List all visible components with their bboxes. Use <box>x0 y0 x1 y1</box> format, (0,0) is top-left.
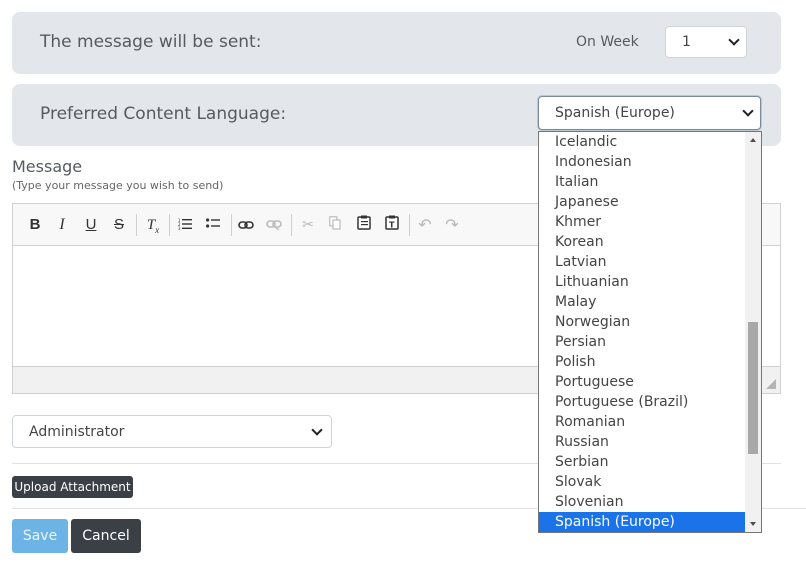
language-options: Icelandic Indonesian Italian Japanese Khmer K… <box>539 132 746 532</box>
bulleted-list-icon[interactable] <box>201 213 225 237</box>
scroll-down-arrow-icon[interactable] <box>745 516 761 532</box>
unlink-icon[interactable] <box>262 213 286 237</box>
language-option[interactable]: Portuguese <box>539 372 746 392</box>
chevron-down-icon <box>311 424 323 436</box>
upload-attachment-button[interactable]: Upload Attachment <box>12 476 133 498</box>
language-select[interactable]: Spanish (Europe) <box>538 96 761 130</box>
language-option[interactable]: Italian <box>539 172 746 192</box>
schedule-panel: The message will be sent: On Week 1 <box>12 12 781 74</box>
sender-selected-value: Administrator <box>29 424 125 440</box>
chevron-down-icon <box>742 105 754 117</box>
language-option[interactable]: Romanian <box>539 412 746 432</box>
message-hint: (Type your message you wish to send) <box>12 179 224 192</box>
on-week-label: On Week <box>576 34 639 50</box>
toolbar-separator <box>136 214 137 236</box>
numbered-list-icon[interactable]: 123 <box>173 213 197 237</box>
paste-text-icon[interactable]: T <box>380 213 404 237</box>
language-option[interactable]: Persian <box>539 332 746 352</box>
scrollbar-thumb[interactable] <box>748 322 758 454</box>
cancel-button[interactable]: Cancel <box>71 519 141 553</box>
language-option[interactable]: Norwegian <box>539 312 746 332</box>
remove-format-icon[interactable]: Tx <box>141 213 165 237</box>
svg-text:3: 3 <box>178 226 181 230</box>
toolbar-separator <box>291 214 292 236</box>
language-label: Preferred Content Language: <box>40 104 287 124</box>
save-button[interactable]: Save <box>12 519 68 553</box>
week-value: 1 <box>682 34 691 50</box>
language-option[interactable]: Serbian <box>539 452 746 472</box>
language-option[interactable]: Malay <box>539 292 746 312</box>
dropdown-scrollbar[interactable] <box>745 132 761 532</box>
schedule-label: The message will be sent: <box>40 32 262 52</box>
language-option[interactable]: Khmer <box>539 212 746 232</box>
toolbar-separator <box>231 214 232 236</box>
language-dropdown-list[interactable]: Icelandic Indonesian Italian Japanese Khmer K… <box>538 131 762 533</box>
toolbar-separator <box>169 214 170 236</box>
undo-icon[interactable]: ↶ <box>413 213 437 237</box>
language-option[interactable]: Indonesian <box>539 152 746 172</box>
language-option[interactable]: Slovenian <box>539 492 746 512</box>
paste-icon[interactable] <box>352 213 376 237</box>
message-title: Message <box>12 157 83 176</box>
week-select[interactable]: 1 <box>665 26 747 58</box>
language-option[interactable]: Portuguese (Brazil) <box>539 392 746 412</box>
language-option[interactable]: Japanese <box>539 192 746 212</box>
language-option[interactable]: Icelandic <box>539 132 746 152</box>
toolbar-separator <box>409 214 410 236</box>
copy-icon[interactable] <box>323 213 347 237</box>
language-option[interactable]: Slovak <box>539 472 746 492</box>
italic-icon[interactable]: I <box>50 213 74 237</box>
sender-select[interactable]: Administrator <box>12 415 332 448</box>
link-icon[interactable] <box>234 213 258 237</box>
language-option[interactable]: Korean <box>539 232 746 252</box>
language-option[interactable]: Latvian <box>539 252 746 272</box>
language-selected-value: Spanish (Europe) <box>555 105 675 121</box>
bold-icon[interactable]: B <box>23 213 47 237</box>
svg-text:T: T <box>389 221 395 230</box>
cut-icon[interactable]: ✂ <box>296 213 320 237</box>
language-option[interactable]: Russian <box>539 432 746 452</box>
language-option[interactable]: Lithuanian <box>539 272 746 292</box>
chevron-down-icon <box>728 34 740 46</box>
redo-icon[interactable]: ↷ <box>440 213 464 237</box>
resize-grip-icon[interactable] <box>766 379 776 389</box>
strikethrough-icon[interactable]: S <box>107 213 131 237</box>
scroll-up-arrow-icon[interactable] <box>745 132 761 148</box>
language-option[interactable]: Polish <box>539 352 746 372</box>
language-option[interactable]: Spanish (Europe) <box>539 512 746 532</box>
underline-icon[interactable]: U <box>79 213 103 237</box>
